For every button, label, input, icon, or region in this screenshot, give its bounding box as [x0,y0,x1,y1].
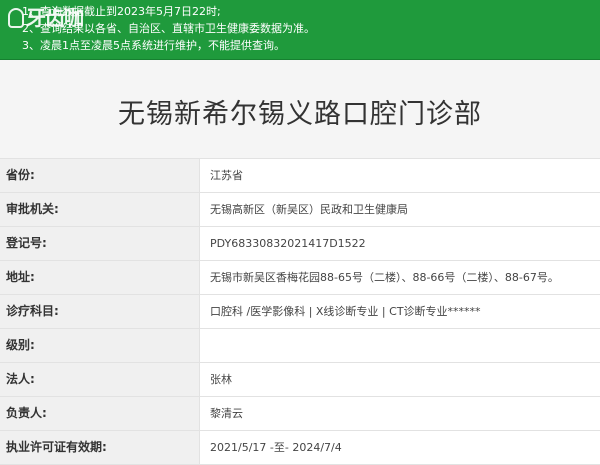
notice-line: 2、查询结果以各省、自治区、直辖市卫生健康委数据为准。 [22,22,315,35]
row-label-address: 地址: [0,261,200,294]
table-row: 法人: 张林 [0,363,600,397]
info-table: 省份: 江苏省 审批机关: 无锡高新区（新吴区）民政和卫生健康局 登记号: PD… [0,158,600,465]
table-row: 审批机关: 无锡高新区（新吴区）民政和卫生健康局 [0,193,600,227]
notice-banner: 牙齿咖 1、查询数据截止到2023年5月7日22时; 2、查询结果以各省、自治区… [0,0,600,60]
row-value-license-validity: 2021/5/17 -至- 2024/7/4 [200,431,600,464]
row-label-registration: 登记号: [0,227,200,260]
row-label-authority: 审批机关: [0,193,200,226]
notice-list: 1、查询数据截止到2023年5月7日22时; 2、查询结果以各省、自治区、直辖市… [22,3,315,54]
table-row: 登记号: PDY68330832021417D1522 [0,227,600,261]
row-label-departments: 诊疗科目: [0,295,200,328]
row-value-province: 江苏省 [200,159,600,192]
table-row: 省份: 江苏省 [0,159,600,193]
table-row: 地址: 无锡市新吴区香梅花园88-65号（二楼）、88-66号（二楼）、88-6… [0,261,600,295]
row-label-legal-person: 法人: [0,363,200,396]
table-row: 负责人: 黎清云 [0,397,600,431]
table-row: 级别: [0,329,600,363]
notice-line: 1、查询数据截止到2023年5月7日22时; [22,5,221,18]
row-value-registration: PDY68330832021417D1522 [200,227,600,260]
row-value-legal-person: 张林 [200,363,600,396]
row-label-province: 省份: [0,159,200,192]
row-label-license-validity: 执业许可证有效期: [0,431,200,464]
notice-line: 3、凌晨1点至凌晨5点系统进行维护，不能提供查询。 [22,39,285,52]
table-row: 诊疗科目: 口腔科 /医学影像科 | X线诊断专业 | CT诊断专业****** [0,295,600,329]
page-title: 无锡新希尔锡义路口腔门诊部 [118,99,482,130]
row-value-departments: 口腔科 /医学影像科 | X线诊断专业 | CT诊断专业****** [200,295,600,328]
row-value-address: 无锡市新吴区香梅花园88-65号（二楼）、88-66号（二楼）、88-67号。 [200,261,600,294]
table-row: 执业许可证有效期: 2021/5/17 -至- 2024/7/4 [0,431,600,465]
row-label-responsible-person: 负责人: [0,397,200,430]
row-value-level [200,329,600,362]
row-value-authority: 无锡高新区（新吴区）民政和卫生健康局 [200,193,600,226]
row-label-level: 级别: [0,329,200,362]
row-value-responsible-person: 黎清云 [200,397,600,430]
